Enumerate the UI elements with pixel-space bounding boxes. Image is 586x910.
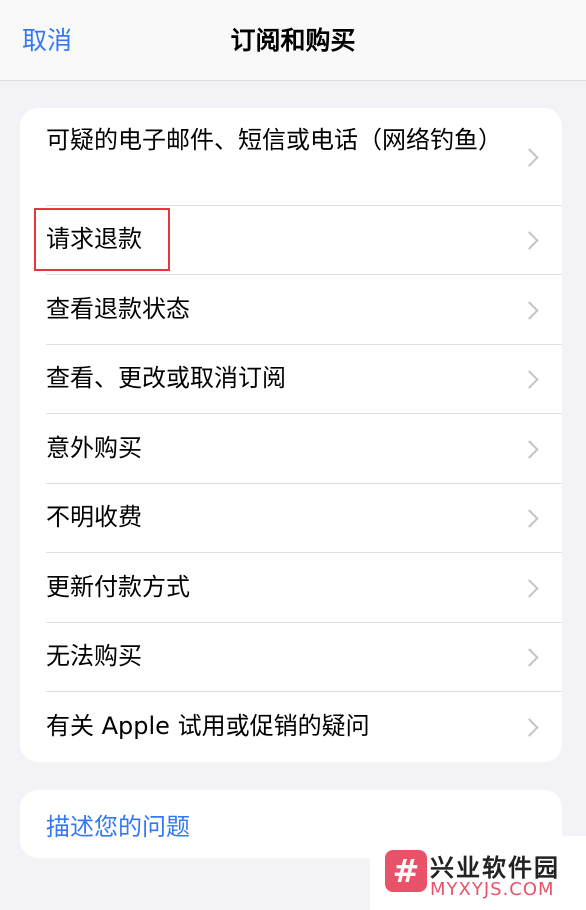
chevron-right-icon [520, 301, 539, 320]
describe-issue-link[interactable]: 描述您的问题 [46, 807, 190, 842]
highlight-annotation [34, 208, 170, 271]
list-item-update-payment[interactable]: 更新付款方式 [20, 553, 562, 623]
list-item-cannot-purchase[interactable]: 无法购买 [20, 623, 562, 692]
list-item-label: 无法购买 [46, 642, 142, 670]
list-item-refund-status[interactable]: 查看退款状态 [20, 275, 562, 345]
chevron-right-icon [520, 148, 539, 167]
hash-logo-icon: # [385, 850, 427, 892]
chevron-right-icon [520, 370, 539, 389]
watermark-domain: MYXYJS.COM [430, 879, 555, 900]
chevron-right-icon [520, 579, 539, 598]
page-title: 订阅和购买 [230, 26, 356, 55]
list-item-label: 查看退款状态 [46, 295, 190, 323]
watermark-title: 兴业软件园 [430, 854, 560, 882]
list-item-label: 可疑的电子邮件、短信或电话（网络钓鱼） [46, 126, 502, 154]
list-item-label: 意外购买 [46, 434, 142, 462]
list-item-unknown-charge[interactable]: 不明收费 [20, 484, 562, 553]
chevron-right-icon [520, 648, 539, 667]
chevron-right-icon [520, 440, 539, 459]
watermark: # 兴业软件园 MYXYJS.COM [370, 836, 586, 910]
list-item-manage-subscriptions[interactable]: 查看、更改或取消订阅 [20, 345, 562, 414]
list-item-accidental-purchase[interactable]: 意外购买 [20, 414, 562, 484]
list-item-phishing[interactable]: 可疑的电子邮件、短信或电话（网络钓鱼） [20, 108, 562, 206]
list-item-label: 有关 Apple 试用或促销的疑问 [46, 712, 370, 740]
list-item-label: 更新付款方式 [46, 573, 190, 601]
chevron-right-icon [520, 509, 539, 528]
options-list: 可疑的电子邮件、短信或电话（网络钓鱼） 请求退款 查看退款状态 查看、更改或取消… [20, 108, 562, 762]
chevron-right-icon [520, 231, 539, 250]
list-item-label: 查看、更改或取消订阅 [46, 364, 286, 392]
list-item-label: 不明收费 [46, 503, 142, 531]
chevron-right-icon [520, 718, 539, 737]
list-item-trial-promo-question[interactable]: 有关 Apple 试用或促销的疑问 [20, 692, 562, 762]
navigation-bar: 取消 订阅和购买 [0, 0, 586, 81]
